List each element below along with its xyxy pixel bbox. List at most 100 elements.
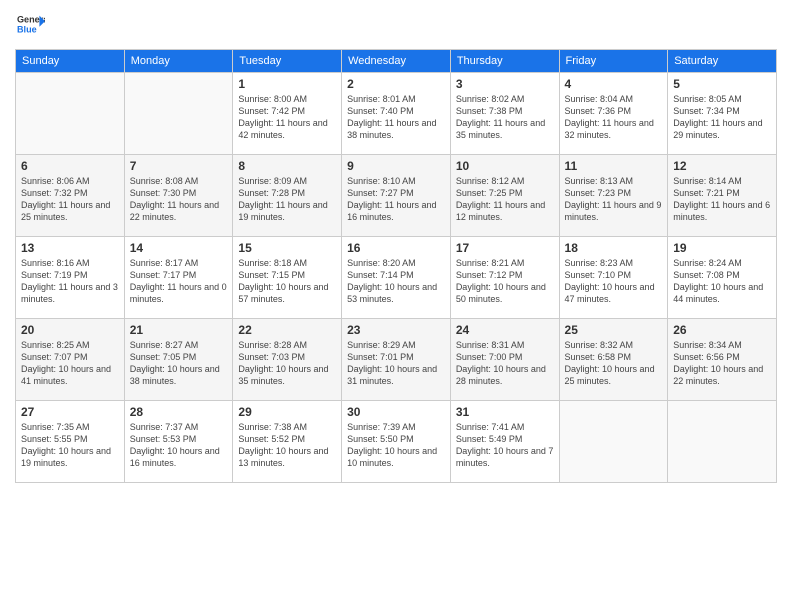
day-number: 25 bbox=[565, 323, 663, 337]
weekday-header-row: SundayMondayTuesdayWednesdayThursdayFrid… bbox=[16, 50, 777, 73]
calendar-cell: 11 Sunrise: 8:13 AMSunset: 7:23 PMDayligh… bbox=[559, 155, 668, 237]
calendar-week-row: 27 Sunrise: 7:35 AMSunset: 5:55 PMDayligh… bbox=[16, 401, 777, 483]
calendar-cell: 9 Sunrise: 8:10 AMSunset: 7:27 PMDaylight… bbox=[342, 155, 451, 237]
day-number: 31 bbox=[456, 405, 554, 419]
day-info: Sunrise: 8:17 AMSunset: 7:17 PMDaylight:… bbox=[130, 257, 228, 306]
day-info: Sunrise: 8:13 AMSunset: 7:23 PMDaylight:… bbox=[565, 175, 663, 224]
weekday-header-saturday: Saturday bbox=[668, 50, 777, 73]
day-number: 21 bbox=[130, 323, 228, 337]
calendar-cell: 15 Sunrise: 8:18 AMSunset: 7:15 PMDayligh… bbox=[233, 237, 342, 319]
calendar-week-row: 6 Sunrise: 8:06 AMSunset: 7:32 PMDaylight… bbox=[16, 155, 777, 237]
calendar-cell: 4Sunrise: 8:04 AMSunset: 7:36 PMDaylight… bbox=[559, 73, 668, 155]
page: General Blue SundayMondayTuesdayWednesda… bbox=[0, 0, 792, 612]
day-info: Sunrise: 7:39 AMSunset: 5:50 PMDaylight:… bbox=[347, 421, 445, 470]
day-number: 9 bbox=[347, 159, 445, 173]
day-info: Sunrise: 7:38 AMSunset: 5:52 PMDaylight:… bbox=[238, 421, 336, 470]
day-number: 30 bbox=[347, 405, 445, 419]
calendar-cell: 29 Sunrise: 7:38 AMSunset: 5:52 PMDayligh… bbox=[233, 401, 342, 483]
calendar-week-row: 20Sunrise: 8:25 AMSunset: 7:07 PMDayligh… bbox=[16, 319, 777, 401]
calendar-cell: 27 Sunrise: 7:35 AMSunset: 5:55 PMDayligh… bbox=[16, 401, 125, 483]
day-number: 6 bbox=[21, 159, 119, 173]
calendar-cell: 22 Sunrise: 8:28 AMSunset: 7:03 PMDayligh… bbox=[233, 319, 342, 401]
day-number: 11 bbox=[565, 159, 663, 173]
weekday-header-sunday: Sunday bbox=[16, 50, 125, 73]
day-number: 13 bbox=[21, 241, 119, 255]
calendar-cell: 7 Sunrise: 8:08 AMSunset: 7:30 PMDaylight… bbox=[124, 155, 233, 237]
svg-text:Blue: Blue bbox=[17, 24, 37, 34]
day-info: Sunrise: 8:34 AMSunset: 6:56 PMDaylight:… bbox=[673, 339, 771, 388]
calendar-cell: 18Sunrise: 8:23 AMSunset: 7:10 PMDayligh… bbox=[559, 237, 668, 319]
calendar-cell bbox=[16, 73, 125, 155]
weekday-header-wednesday: Wednesday bbox=[342, 50, 451, 73]
day-info: Sunrise: 7:37 AMSunset: 5:53 PMDaylight:… bbox=[130, 421, 228, 470]
calendar-cell: 1 Sunrise: 8:00 AMSunset: 7:42 PMDaylight… bbox=[233, 73, 342, 155]
day-number: 7 bbox=[130, 159, 228, 173]
day-number: 16 bbox=[347, 241, 445, 255]
day-info: Sunrise: 8:09 AMSunset: 7:28 PMDaylight:… bbox=[238, 175, 336, 224]
day-number: 14 bbox=[130, 241, 228, 255]
day-info: Sunrise: 8:04 AMSunset: 7:36 PMDaylight:… bbox=[565, 93, 663, 142]
calendar-week-row: 1 Sunrise: 8:00 AMSunset: 7:42 PMDaylight… bbox=[16, 73, 777, 155]
day-number: 1 bbox=[238, 77, 336, 91]
calendar-cell: 6 Sunrise: 8:06 AMSunset: 7:32 PMDaylight… bbox=[16, 155, 125, 237]
day-number: 22 bbox=[238, 323, 336, 337]
calendar-cell bbox=[559, 401, 668, 483]
weekday-header-tuesday: Tuesday bbox=[233, 50, 342, 73]
calendar-week-row: 13 Sunrise: 8:16 AMSunset: 7:19 PMDayligh… bbox=[16, 237, 777, 319]
calendar-cell: 20Sunrise: 8:25 AMSunset: 7:07 PMDayligh… bbox=[16, 319, 125, 401]
day-info: Sunrise: 8:23 AMSunset: 7:10 PMDaylight:… bbox=[565, 257, 663, 306]
calendar-cell: 19Sunrise: 8:24 AMSunset: 7:08 PMDayligh… bbox=[668, 237, 777, 319]
calendar-cell: 2 Sunrise: 8:01 AMSunset: 7:40 PMDaylight… bbox=[342, 73, 451, 155]
day-number: 17 bbox=[456, 241, 554, 255]
day-info: Sunrise: 8:28 AMSunset: 7:03 PMDaylight:… bbox=[238, 339, 336, 388]
calendar-cell: 30 Sunrise: 7:39 AMSunset: 5:50 PMDayligh… bbox=[342, 401, 451, 483]
calendar-cell: 26Sunrise: 8:34 AMSunset: 6:56 PMDayligh… bbox=[668, 319, 777, 401]
calendar: SundayMondayTuesdayWednesdayThursdayFrid… bbox=[15, 49, 777, 483]
day-info: Sunrise: 8:05 AMSunset: 7:34 PMDaylight:… bbox=[673, 93, 771, 142]
day-info: Sunrise: 8:12 AMSunset: 7:25 PMDaylight:… bbox=[456, 175, 554, 224]
weekday-header-thursday: Thursday bbox=[450, 50, 559, 73]
day-info: Sunrise: 8:20 AMSunset: 7:14 PMDaylight:… bbox=[347, 257, 445, 306]
day-number: 2 bbox=[347, 77, 445, 91]
day-info: Sunrise: 8:00 AMSunset: 7:42 PMDaylight:… bbox=[238, 93, 336, 142]
day-info: Sunrise: 8:10 AMSunset: 7:27 PMDaylight:… bbox=[347, 175, 445, 224]
calendar-cell: 8Sunrise: 8:09 AMSunset: 7:28 PMDaylight… bbox=[233, 155, 342, 237]
calendar-cell: 21Sunrise: 8:27 AMSunset: 7:05 PMDayligh… bbox=[124, 319, 233, 401]
day-number: 19 bbox=[673, 241, 771, 255]
day-info: Sunrise: 8:02 AMSunset: 7:38 PMDaylight:… bbox=[456, 93, 554, 142]
day-number: 29 bbox=[238, 405, 336, 419]
day-info: Sunrise: 8:01 AMSunset: 7:40 PMDaylight:… bbox=[347, 93, 445, 142]
day-number: 24 bbox=[456, 323, 554, 337]
day-number: 15 bbox=[238, 241, 336, 255]
calendar-cell: 28Sunrise: 7:37 AMSunset: 5:53 PMDayligh… bbox=[124, 401, 233, 483]
day-info: Sunrise: 8:31 AMSunset: 7:00 PMDaylight:… bbox=[456, 339, 554, 388]
day-info: Sunrise: 8:16 AMSunset: 7:19 PMDaylight:… bbox=[21, 257, 119, 306]
weekday-header-friday: Friday bbox=[559, 50, 668, 73]
logo-icon: General Blue bbox=[17, 10, 45, 38]
day-info: Sunrise: 8:06 AMSunset: 7:32 PMDaylight:… bbox=[21, 175, 119, 224]
calendar-cell bbox=[124, 73, 233, 155]
day-info: Sunrise: 8:18 AMSunset: 7:15 PMDaylight:… bbox=[238, 257, 336, 306]
calendar-cell: 12 Sunrise: 8:14 AMSunset: 7:21 PMDayligh… bbox=[668, 155, 777, 237]
calendar-cell: 16 Sunrise: 8:20 AMSunset: 7:14 PMDayligh… bbox=[342, 237, 451, 319]
day-info: Sunrise: 8:08 AMSunset: 7:30 PMDaylight:… bbox=[130, 175, 228, 224]
day-number: 27 bbox=[21, 405, 119, 419]
day-number: 23 bbox=[347, 323, 445, 337]
calendar-cell: 31 Sunrise: 7:41 AMSunset: 5:49 PMDayligh… bbox=[450, 401, 559, 483]
calendar-cell bbox=[668, 401, 777, 483]
day-info: Sunrise: 7:41 AMSunset: 5:49 PMDaylight:… bbox=[456, 421, 554, 470]
day-info: Sunrise: 8:14 AMSunset: 7:21 PMDaylight:… bbox=[673, 175, 771, 224]
day-info: Sunrise: 7:35 AMSunset: 5:55 PMDaylight:… bbox=[21, 421, 119, 470]
day-info: Sunrise: 8:29 AMSunset: 7:01 PMDaylight:… bbox=[347, 339, 445, 388]
day-number: 3 bbox=[456, 77, 554, 91]
calendar-cell: 14 Sunrise: 8:17 AMSunset: 7:17 PMDayligh… bbox=[124, 237, 233, 319]
day-info: Sunrise: 8:32 AMSunset: 6:58 PMDaylight:… bbox=[565, 339, 663, 388]
day-number: 10 bbox=[456, 159, 554, 173]
day-number: 5 bbox=[673, 77, 771, 91]
calendar-cell: 3 Sunrise: 8:02 AMSunset: 7:38 PMDaylight… bbox=[450, 73, 559, 155]
calendar-cell: 25 Sunrise: 8:32 AMSunset: 6:58 PMDayligh… bbox=[559, 319, 668, 401]
header: General Blue bbox=[15, 10, 777, 43]
logo: General Blue bbox=[15, 10, 45, 43]
calendar-cell: 23 Sunrise: 8:29 AMSunset: 7:01 PMDayligh… bbox=[342, 319, 451, 401]
day-number: 12 bbox=[673, 159, 771, 173]
